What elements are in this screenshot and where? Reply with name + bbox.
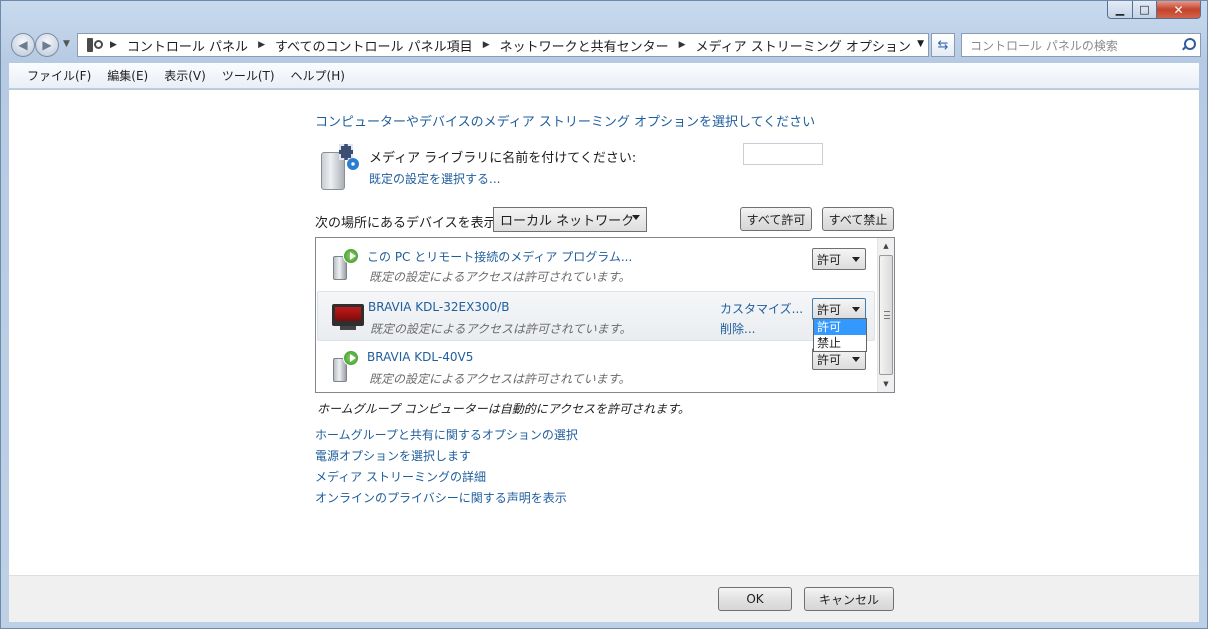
show-devices-label: 次の場所にあるデバイスを表示: [315, 216, 501, 231]
deny-all-button[interactable]: すべて禁止 [822, 207, 894, 231]
device-status: 既定の設定によるアクセスは許可されています。 [370, 322, 632, 336]
back-arrow-icon: ◀ [18, 38, 28, 52]
scroll-down-icon[interactable]: ▼ [878, 376, 894, 392]
forward-arrow-icon: ▶ [42, 38, 52, 52]
device-row[interactable]: この PC とリモート接続のメディア プログラム... 既定の設定によるアクセス… [317, 240, 875, 290]
search-input[interactable]: コントロール パネルの検索 [961, 33, 1201, 57]
scroll-up-icon[interactable]: ▲ [878, 238, 894, 254]
back-button[interactable]: ◀ [11, 33, 35, 57]
main-content: コンピューターやデバイスのメディア ストリーミング オプションを選択してください… [9, 90, 1199, 575]
option-allow[interactable]: 許可 [814, 319, 866, 335]
library-name-label: メディア ライブラリに名前を付けてください: [369, 151, 637, 166]
streaming-details-link[interactable]: メディア ストリーミングの詳細 [315, 470, 578, 485]
address-dropdown-icon[interactable]: ▼ [917, 39, 924, 49]
breadcrumb-network-center[interactable]: ネットワークと共有センター [500, 36, 669, 55]
device-status: 既定の設定によるアクセスは許可されています。 [369, 372, 631, 386]
permission-value: 許可 [817, 352, 842, 367]
address-bar[interactable]: ▶ コントロール パネル ▶ すべてのコントロール パネル項目 ▶ ネットワーク… [77, 33, 929, 57]
device-list: この PC とリモート接続のメディア プログラム... 既定の設定によるアクセス… [315, 237, 895, 393]
breadcrumb-media-streaming[interactable]: メディア ストリーミング オプション [696, 36, 911, 55]
option-deny[interactable]: 禁止 [814, 335, 866, 351]
control-panel-icon [84, 37, 103, 53]
chevron-right-icon[interactable]: ▶ [258, 40, 265, 50]
device-name[interactable]: この PC とリモート接続のメディア プログラム... [367, 248, 632, 265]
related-links: ホームグループと共有に関するオプションの選択 電源オプションを選択します メディ… [315, 428, 578, 506]
permission-select[interactable]: 許可 [812, 248, 866, 270]
menu-tools[interactable]: ツール(T) [222, 67, 275, 84]
power-options-link[interactable]: 電源オプションを選択します [315, 449, 578, 464]
permission-value: 許可 [817, 302, 842, 317]
library-name-input[interactable] [743, 143, 823, 165]
navigation-bar: ◀ ▶ ▼ ▶ コントロール パネル ▶ すべてのコントロール パネル項目 ▶ … [9, 31, 1201, 59]
menu-bar: ファイル(F) 編集(E) 表示(V) ツール(T) ヘルプ(H) [9, 63, 1199, 89]
chevron-right-icon[interactable]: ▶ [483, 40, 490, 50]
delete-link[interactable]: 削除... [720, 320, 755, 337]
breadcrumb: ▶ コントロール パネル ▶ すべてのコントロール パネル項目 ▶ ネットワーク… [110, 36, 911, 55]
device-name[interactable]: BRAVIA KDL-32EX300/B [368, 300, 509, 314]
chevron-down-icon [852, 257, 860, 262]
device-row[interactable]: BRAVIA KDL-32EX300/B 既定の設定によるアクセスは許可されてい… [317, 291, 875, 341]
search-icon[interactable] [1181, 38, 1196, 52]
tv-icon [332, 298, 364, 334]
device-name[interactable]: BRAVIA KDL-40V5 [367, 350, 473, 364]
permission-dropdown-list: 許可 禁止 [813, 318, 867, 352]
permission-select[interactable]: 許可 [812, 298, 866, 320]
scroll-thumb[interactable] [879, 255, 893, 375]
close-button[interactable]: ✕ [1157, 1, 1201, 19]
cancel-button[interactable]: キャンセル [804, 587, 894, 611]
menu-help[interactable]: ヘルプ(H) [291, 67, 345, 84]
minimize-button[interactable]: ▁ [1107, 1, 1133, 19]
search-placeholder: コントロール パネルの検索 [970, 38, 1118, 53]
dialog-footer: OK キャンセル [9, 575, 1199, 622]
allow-all-button[interactable]: すべて許可 [740, 207, 812, 231]
pc-media-icon [331, 348, 361, 384]
chevron-down-icon [852, 307, 860, 312]
privacy-statement-link[interactable]: オンラインのプライバシーに関する声明を表示 [315, 491, 578, 506]
device-row[interactable]: BRAVIA KDL-40V5 既定の設定によるアクセスは許可されています。 許… [317, 342, 875, 392]
refresh-icon: ⇆ [937, 37, 949, 53]
customize-link[interactable]: カスタマイズ... [720, 300, 803, 317]
window-controls: ▁ □ ✕ [1107, 1, 1201, 19]
page-title: コンピューターやデバイスのメディア ストリーミング オプションを選択してください [315, 115, 816, 130]
menu-edit[interactable]: 編集(E) [107, 67, 148, 84]
chevron-right-icon[interactable]: ▶ [679, 40, 686, 50]
homegroup-note: ホームグループ コンピューターは自動的にアクセスを許可されます。 [317, 402, 690, 416]
default-settings-link[interactable]: 既定の設定を選択する... [369, 170, 500, 187]
recent-pages-dropdown[interactable]: ▼ [63, 39, 70, 49]
chevron-right-icon[interactable]: ▶ [110, 40, 117, 50]
breadcrumb-control-panel[interactable]: コントロール パネル [127, 36, 248, 55]
chevron-down-icon [632, 215, 640, 220]
refresh-button[interactable]: ⇆ [931, 33, 955, 57]
homegroup-options-link[interactable]: ホームグループと共有に関するオプションの選択 [315, 428, 578, 443]
permission-value: 許可 [817, 252, 842, 267]
menu-file[interactable]: ファイル(F) [27, 67, 91, 84]
network-select-value: ローカル ネットワーク [500, 214, 635, 229]
window: ▁ □ ✕ ◀ ▶ ▼ ▶ コントロール パネル ▶ すべてのコントロール パネ… [0, 0, 1208, 629]
media-library-icon [319, 142, 359, 190]
forward-button[interactable]: ▶ [35, 33, 59, 57]
chevron-down-icon [852, 357, 860, 362]
network-select[interactable]: ローカル ネットワーク [493, 207, 647, 232]
pc-media-icon [331, 246, 361, 282]
menu-view[interactable]: 表示(V) [164, 67, 206, 84]
scrollbar[interactable]: ▲ ▼ [877, 238, 894, 392]
breadcrumb-all-items[interactable]: すべてのコントロール パネル項目 [275, 36, 473, 55]
maximize-button[interactable]: □ [1133, 1, 1157, 19]
ok-button[interactable]: OK [718, 587, 792, 611]
device-status: 既定の設定によるアクセスは許可されています。 [369, 270, 631, 284]
